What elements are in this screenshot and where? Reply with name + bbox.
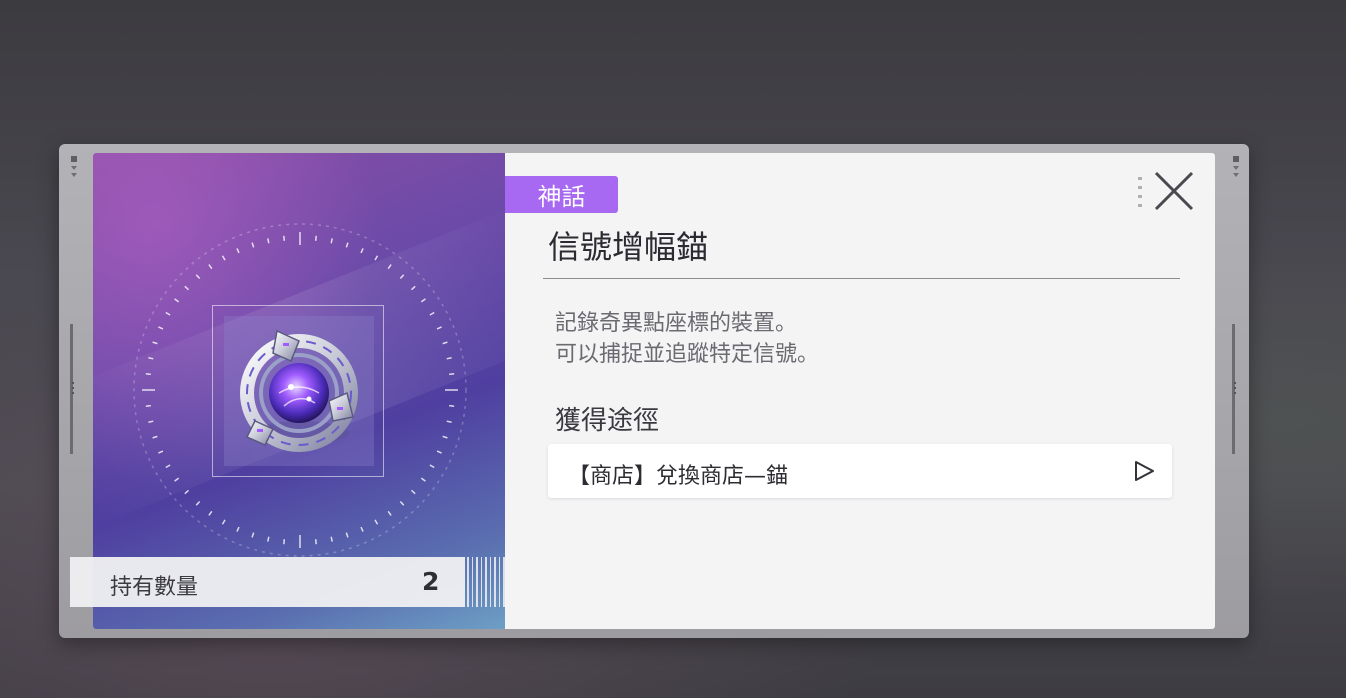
frame-rail-right	[1229, 144, 1243, 638]
dial-tick	[410, 489, 416, 495]
dial-tick	[283, 539, 286, 545]
description-line: 記錄奇異點座標的裝置。	[555, 311, 798, 336]
dial-tick	[374, 519, 379, 525]
rail-marker-icon	[71, 156, 77, 162]
dial-tick	[429, 464, 435, 469]
close-x-icon[interactable]	[1152, 169, 1196, 213]
dial-tick	[345, 242, 349, 248]
quantity-label: 持有數量	[110, 575, 199, 600]
dial-tick	[221, 519, 226, 525]
dial-tick	[267, 238, 270, 244]
dial-tick	[174, 298, 180, 303]
rail-marker-icon	[1233, 156, 1239, 162]
description-line: 可以捕捉並追蹤特定信號。	[555, 342, 820, 367]
dial-tick	[330, 536, 333, 542]
dial-tick	[148, 357, 154, 360]
barcode-decoration	[467, 557, 505, 607]
dial-tick	[251, 242, 255, 248]
dial-tick	[436, 450, 442, 454]
obtain-source-shop-button[interactable]: 【商店】兌換商店—錨	[548, 444, 1172, 498]
dial-tick	[236, 248, 240, 254]
dial-tick	[360, 248, 364, 254]
dial-tick	[345, 532, 349, 538]
quantity-bar: 持有數量 2	[70, 557, 505, 607]
dial-tick	[387, 264, 392, 270]
dial-tick	[152, 341, 158, 345]
dial-tick	[165, 464, 171, 469]
dial-tick	[399, 274, 405, 280]
close-dots-decoration	[1138, 177, 1142, 207]
dial-tick	[195, 274, 201, 280]
dial-tick	[387, 510, 392, 516]
dial-tick	[251, 532, 255, 538]
dial-tick	[399, 500, 405, 506]
dial-tick	[442, 435, 448, 439]
dial-tick	[410, 285, 416, 291]
dial-tick	[449, 404, 455, 407]
dial-tick	[174, 477, 180, 482]
dial-tick	[195, 500, 201, 506]
dial-tick	[446, 357, 452, 360]
play-triangle-icon	[1135, 461, 1154, 481]
dial-tick	[420, 298, 426, 303]
dial-tick	[165, 311, 171, 316]
dial-tick	[449, 373, 455, 376]
dial-tick	[267, 536, 270, 542]
dial-tick	[283, 235, 286, 241]
dial-tick	[208, 510, 213, 516]
signal-amplifier-anchor-icon	[240, 329, 358, 452]
dial-tick	[330, 238, 333, 244]
dial-tick	[420, 477, 426, 482]
dial-tick	[374, 255, 379, 261]
dial-tick	[236, 526, 240, 532]
dial-tick	[145, 373, 151, 376]
quantity-value: 2	[422, 567, 440, 596]
dial-tick	[360, 526, 364, 532]
dial-tick	[158, 450, 164, 454]
dial-tick	[184, 489, 190, 495]
dial-tick	[221, 255, 226, 261]
dial-tick	[152, 435, 158, 439]
title-divider	[543, 278, 1180, 279]
item-description: 記錄奇異點座標的裝置。 可以捕捉並追蹤特定信號。	[555, 308, 819, 370]
dial-tick	[429, 311, 435, 316]
dial-tick	[314, 235, 317, 241]
dial-tick	[436, 326, 442, 330]
dial-tick	[314, 539, 317, 545]
obtain-section-title: 獲得途徑	[555, 406, 660, 436]
item-title: 信號增幅錨	[548, 228, 709, 266]
dial-tick	[184, 285, 190, 291]
dial-tick	[148, 420, 154, 423]
dial-tick	[208, 264, 213, 270]
source-label: 【商店】兌換商店—錨	[568, 464, 789, 489]
dial-tick	[442, 341, 448, 345]
dial-tick	[158, 326, 164, 330]
dial-tick	[446, 420, 452, 423]
rarity-badge: 神話	[505, 176, 618, 213]
dial-tick	[145, 404, 151, 407]
